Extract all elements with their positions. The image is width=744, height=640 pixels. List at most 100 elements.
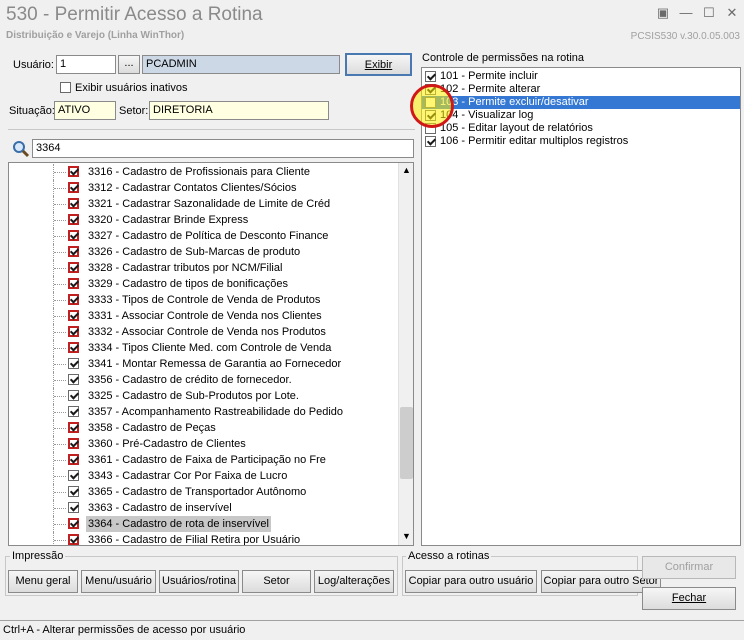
- minimize-icon[interactable]: —: [676, 6, 696, 20]
- permission-label[interactable]: 105 - Editar layout de relatórios: [440, 122, 593, 135]
- tree-scrollbar[interactable]: ▲ ▼: [398, 163, 413, 545]
- menu-usuario-button[interactable]: Menu/usuário: [81, 570, 156, 593]
- tree-row[interactable]: 3363 - Cadastro de inservível: [9, 500, 399, 516]
- routine-label[interactable]: 3326 - Cadastro de Sub-Marcas de produto: [88, 244, 300, 260]
- scroll-down-icon[interactable]: ▼: [401, 531, 412, 541]
- tree-row[interactable]: 3358 - Cadastro de Peças: [9, 420, 399, 436]
- setor-button[interactable]: Setor: [242, 570, 311, 593]
- permission-row[interactable]: 106 - Permitir editar multiplos registro…: [422, 135, 740, 148]
- show-button[interactable]: Exibir: [345, 53, 412, 76]
- permission-label[interactable]: 102 - Permite alterar: [440, 83, 540, 96]
- tree-row[interactable]: 3312 - Cadastrar Contatos Clientes/Sócio…: [9, 180, 399, 196]
- routine-label[interactable]: 3332 - Associar Controle de Venda nos Pr…: [88, 324, 326, 340]
- routine-checkbox[interactable]: [68, 214, 79, 225]
- routine-checkbox[interactable]: [68, 454, 79, 465]
- tree-row[interactable]: 3327 - Cadastro de Política de Desconto …: [9, 228, 399, 244]
- tree-row[interactable]: 3365 - Cadastro de Transportador Autônom…: [9, 484, 399, 500]
- routine-checkbox[interactable]: [68, 502, 79, 513]
- tree-row[interactable]: 3341 - Montar Remessa de Garantia ao For…: [9, 356, 399, 372]
- permission-label[interactable]: 101 - Permite incluir: [440, 70, 538, 83]
- routine-checkbox[interactable]: [68, 166, 79, 177]
- routine-checkbox[interactable]: [68, 518, 79, 529]
- search-input[interactable]: 3364: [32, 139, 414, 158]
- permission-label[interactable]: 104 - Visualizar log: [440, 109, 533, 122]
- routine-checkbox[interactable]: [68, 310, 79, 321]
- routine-checkbox[interactable]: [68, 374, 79, 385]
- tree-row[interactable]: 3325 - Cadastro de Sub-Produtos por Lote…: [9, 388, 399, 404]
- tree-row[interactable]: 3366 - Cadastro de Filial Retira por Usu…: [9, 532, 399, 545]
- tree-row[interactable]: 3321 - Cadastrar Sazonalidade de Limite …: [9, 196, 399, 212]
- scroll-thumb[interactable]: [400, 407, 413, 479]
- permission-checkbox[interactable]: [425, 136, 436, 147]
- permissions-list[interactable]: 101 - Permite incluir 102 - Permite alter…: [421, 67, 741, 546]
- routine-label[interactable]: 3321 - Cadastrar Sazonalidade de Limite …: [88, 196, 330, 212]
- tree-row[interactable]: 3328 - Cadastrar tributos por NCM/Filial: [9, 260, 399, 276]
- routine-checkbox[interactable]: [68, 534, 79, 545]
- menu-geral-button[interactable]: Menu geral: [8, 570, 78, 593]
- routine-checkbox[interactable]: [68, 182, 79, 193]
- usuarios-rotina-button[interactable]: Usuários/rotina: [159, 570, 239, 593]
- tree-row[interactable]: 3320 - Cadastrar Brinde Express: [9, 212, 399, 228]
- permission-row[interactable]: 101 - Permite incluir: [422, 70, 740, 83]
- routine-label[interactable]: 3334 - Tipos Cliente Med. com Controle d…: [88, 340, 331, 356]
- routine-label[interactable]: 3356 - Cadastro de crédito de fornecedor…: [88, 372, 292, 388]
- permission-row[interactable]: 104 - Visualizar log: [422, 109, 740, 122]
- routine-label[interactable]: 3325 - Cadastro de Sub-Produtos por Lote…: [88, 388, 299, 404]
- maximize-icon[interactable]: ☐: [699, 6, 719, 20]
- routine-checkbox[interactable]: [68, 390, 79, 401]
- routine-checkbox[interactable]: [68, 198, 79, 209]
- routine-label[interactable]: 3358 - Cadastro de Peças: [88, 420, 216, 436]
- routine-label[interactable]: 3320 - Cadastrar Brinde Express: [88, 212, 248, 228]
- scroll-up-icon[interactable]: ▲: [401, 165, 412, 175]
- routine-label[interactable]: 3364 - Cadastro de rota de inservível: [86, 516, 271, 532]
- permission-row[interactable]: 102 - Permite alterar: [422, 83, 740, 96]
- permission-checkbox[interactable]: [425, 71, 436, 82]
- routine-checkbox[interactable]: [68, 342, 79, 353]
- routine-label[interactable]: 3357 - Acompanhamento Rastreabilidade do…: [88, 404, 343, 420]
- routine-checkbox[interactable]: [68, 406, 79, 417]
- routine-checkbox[interactable]: [68, 470, 79, 481]
- routine-label[interactable]: 3366 - Cadastro de Filial Retira por Usu…: [88, 532, 300, 545]
- inactive-users-checkbox[interactable]: [60, 82, 71, 96]
- confirm-button[interactable]: Confirmar: [642, 556, 736, 579]
- close-icon[interactable]: ✕: [722, 6, 742, 20]
- routine-label[interactable]: 3361 - Cadastro de Faixa de Participação…: [88, 452, 326, 468]
- log-alteracoes-button[interactable]: Log/alterações: [314, 570, 394, 593]
- tree-row[interactable]: 3360 - Pré-Cadastro de Clientes: [9, 436, 399, 452]
- routine-checkbox[interactable]: [68, 422, 79, 433]
- tree-row[interactable]: 3331 - Associar Controle de Venda nos Cl…: [9, 308, 399, 324]
- routine-label[interactable]: 3329 - Cadastro de tipos de bonificações: [88, 276, 288, 292]
- routine-label[interactable]: 3363 - Cadastro de inservível: [88, 500, 232, 516]
- routine-label[interactable]: 3360 - Pré-Cadastro de Clientes: [88, 436, 246, 452]
- routine-checkbox[interactable]: [68, 278, 79, 289]
- copy-to-user-button[interactable]: Copiar para outro usuário: [405, 570, 537, 593]
- routine-label[interactable]: 3327 - Cadastro de Política de Desconto …: [88, 228, 328, 244]
- routine-checkbox[interactable]: [68, 358, 79, 369]
- routine-label[interactable]: 3316 - Cadastro de Profissionais para Cl…: [88, 164, 310, 180]
- tree-row[interactable]: 3364 - Cadastro de rota de inservível: [9, 516, 399, 532]
- routine-label[interactable]: 3312 - Cadastrar Contatos Clientes/Sócio…: [88, 180, 297, 196]
- tree-row[interactable]: 3361 - Cadastro de Faixa de Participação…: [9, 452, 399, 468]
- routine-checkbox[interactable]: [68, 230, 79, 241]
- tree-row[interactable]: 3316 - Cadastro de Profissionais para Cl…: [9, 164, 399, 180]
- tree-row[interactable]: 3357 - Acompanhamento Rastreabilidade do…: [9, 404, 399, 420]
- routine-label[interactable]: 3365 - Cadastro de Transportador Autônom…: [88, 484, 306, 500]
- user-id-field[interactable]: 1: [56, 55, 116, 74]
- routine-label[interactable]: 3331 - Associar Controle de Venda nos Cl…: [88, 308, 322, 324]
- routine-label[interactable]: 3343 - Cadastrar Cor Por Faixa de Lucro: [88, 468, 287, 484]
- routine-label[interactable]: 3341 - Montar Remessa de Garantia ao For…: [88, 356, 341, 372]
- routine-label[interactable]: 3328 - Cadastrar tributos por NCM/Filial: [88, 260, 282, 276]
- routine-checkbox[interactable]: [68, 438, 79, 449]
- browse-user-button[interactable]: ...: [118, 55, 140, 74]
- search-icon[interactable]: [12, 140, 30, 158]
- permission-label[interactable]: 106 - Permitir editar multiplos registro…: [440, 135, 628, 148]
- permission-label[interactable]: 103 - Permite excluir/desativar: [440, 96, 589, 109]
- routine-checkbox[interactable]: [68, 262, 79, 273]
- tree-row[interactable]: 3333 - Tipos de Controle de Venda de Pro…: [9, 292, 399, 308]
- permission-row[interactable]: 103 - Permite excluir/desativar: [422, 96, 740, 109]
- permission-row[interactable]: 105 - Editar layout de relatórios: [422, 122, 740, 135]
- routine-checkbox[interactable]: [68, 246, 79, 257]
- restore-icon[interactable]: ▣: [653, 6, 673, 20]
- tree-row[interactable]: 3334 - Tipos Cliente Med. com Controle d…: [9, 340, 399, 356]
- tree-row[interactable]: 3332 - Associar Controle de Venda nos Pr…: [9, 324, 399, 340]
